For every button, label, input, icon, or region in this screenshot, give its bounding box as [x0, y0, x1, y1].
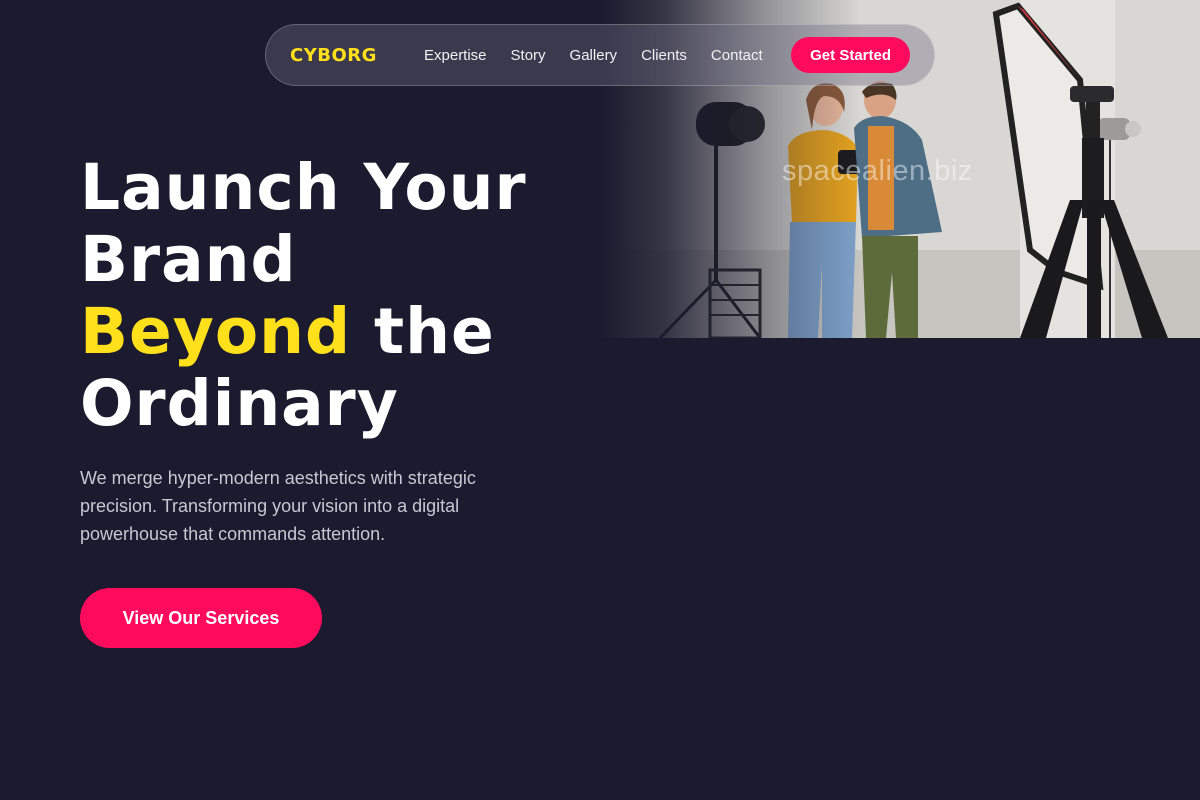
headline-line-3: Beyond the	[80, 296, 600, 368]
nav-link-expertise[interactable]: Expertise	[424, 47, 487, 64]
photo-watermark: spacealien.biz	[782, 155, 973, 187]
headline-line-1: Launch Your	[80, 151, 527, 224]
headline-line-3-rest: the	[351, 295, 495, 368]
nav-link-clients[interactable]: Clients	[641, 47, 687, 64]
headline-accent-word: Beyond	[80, 295, 352, 368]
view-services-button[interactable]: View Our Services	[80, 588, 322, 648]
headline-line-2: Brand	[80, 223, 297, 296]
nav-links: Expertise Story Gallery Clients Contact	[424, 47, 763, 64]
navbar: CYBORG Expertise Story Gallery Clients C…	[265, 24, 935, 86]
hero-subtext: We merge hyper-modern aesthetics with st…	[80, 468, 476, 544]
nav-link-story[interactable]: Story	[511, 47, 546, 64]
nav-link-gallery[interactable]: Gallery	[570, 47, 618, 64]
nav-link-contact[interactable]: Contact	[711, 47, 763, 64]
brand-logo[interactable]: CYBORG	[290, 45, 424, 66]
headline-line-4: Ordinary	[80, 367, 399, 440]
get-started-button[interactable]: Get Started	[791, 37, 910, 73]
hero-headline: Launch Your Brand Beyond the Ordinary	[80, 152, 600, 440]
